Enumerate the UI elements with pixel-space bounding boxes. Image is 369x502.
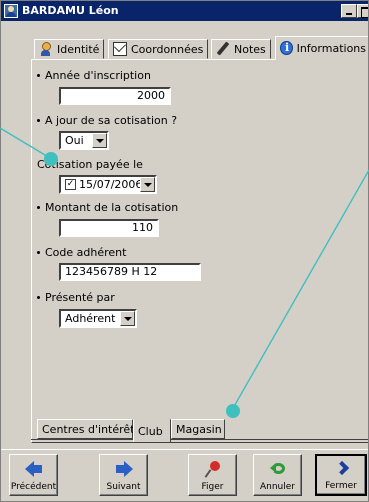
ajour-label: A jour de sa cotisation ? (37, 114, 177, 127)
annuler-label: Annuler (259, 482, 295, 492)
tab-centres-interet[interactable]: Centres d'intérêt (37, 419, 135, 439)
presente-select[interactable]: Adhérent (59, 309, 137, 328)
envelope-icon (113, 42, 127, 56)
tab-coordonnees-label: Coordonnées (131, 42, 204, 56)
title-bar[interactable]: BARDAMU Léon (1, 1, 368, 21)
ajour-select-value: Oui (65, 134, 84, 147)
presente-select-value: Adhérent (65, 312, 116, 325)
tab-informations[interactable]: Informations (275, 36, 368, 60)
user-card-icon (4, 4, 18, 18)
tab-magasin[interactable]: Magasin (171, 419, 225, 439)
tab-notes-label: Notes (234, 42, 266, 56)
chevron-down-icon[interactable] (140, 177, 155, 192)
figer-button[interactable]: Figer (188, 454, 237, 496)
suivant-button[interactable]: Suivant (99, 454, 148, 496)
chevron-right-icon (332, 460, 350, 479)
window-title: BARDAMU Léon (22, 4, 119, 17)
code-label: Code adhérent (37, 246, 126, 259)
chevron-down-icon[interactable] (120, 311, 135, 326)
tab-informations-label: Informations (296, 41, 366, 55)
undo-icon (269, 460, 287, 478)
pencil-icon (216, 42, 230, 56)
precedent-label: Précédent (10, 482, 57, 492)
minimize-button[interactable] (341, 4, 357, 18)
pushpin-icon (204, 460, 222, 478)
fermer-button[interactable]: Fermer (315, 454, 367, 496)
annee-label: Année d'inscription (37, 69, 151, 82)
person-icon (39, 42, 53, 56)
annuler-button[interactable]: Annuler (253, 454, 302, 496)
figer-label: Figer (201, 482, 224, 492)
suivant-label: Suivant (106, 482, 141, 492)
fermer-label: Fermer (325, 481, 357, 491)
tab-coordonnees[interactable]: Coordonnées (108, 39, 209, 59)
cotisation-checkbox[interactable]: ✓ (65, 178, 76, 190)
bottom-tab-strip: Centres d'intérêt Club Magasin (37, 419, 357, 443)
tab-notes[interactable]: Notes (211, 39, 271, 59)
app-window: BARDAMU Léon Identité Coordonnées Notes … (0, 0, 369, 502)
montant-input[interactable]: 110 (59, 219, 159, 237)
tab-identite[interactable]: Identité (34, 39, 105, 59)
maximize-button[interactable] (357, 4, 368, 18)
cotisation-date-value: 15/07/2006 (79, 178, 143, 191)
code-input[interactable]: 123456789 H 12 (59, 263, 201, 281)
presente-label: Présenté par (37, 291, 115, 304)
ajour-select[interactable]: Oui (59, 131, 109, 150)
tab-identite-label: Identité (57, 42, 100, 56)
montant-label: Montant de la cotisation (37, 201, 178, 214)
info-icon (280, 41, 293, 55)
callout-dot-cotisation (44, 152, 58, 166)
tab-club[interactable]: Club (133, 419, 171, 442)
callout-dot-magasin (226, 404, 240, 418)
chevron-down-icon[interactable] (92, 133, 107, 148)
cotisation-date-picker[interactable]: ✓ 15/07/2006 (59, 175, 157, 194)
precedent-button[interactable]: Précédent (9, 454, 58, 496)
bottom-toolbar: Précédent Suivant Figer Annuler Fermer (1, 449, 368, 501)
annee-input[interactable]: 2000 (59, 87, 171, 105)
arrow-left-icon (24, 460, 43, 478)
arrow-right-icon (115, 460, 133, 478)
top-tab-strip: Identité Coordonnées Notes Informations (1, 31, 368, 60)
